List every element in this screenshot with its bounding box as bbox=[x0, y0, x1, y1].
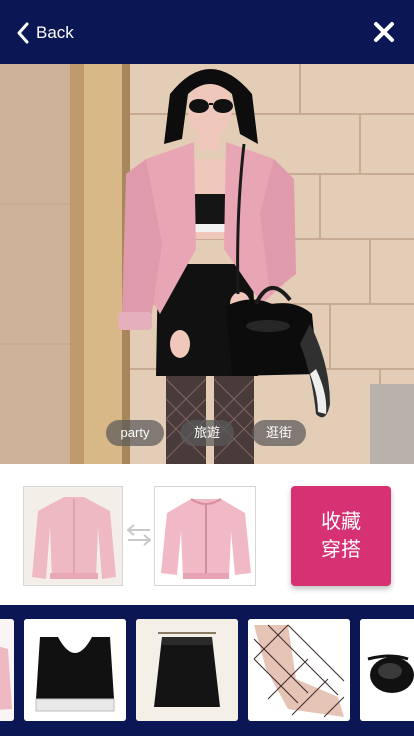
satin-jacket-image bbox=[161, 498, 251, 579]
item-compare-row: 收藏 穿搭 bbox=[0, 464, 414, 605]
jacket-thumb-image bbox=[0, 619, 14, 721]
outfit-photo[interactable] bbox=[0, 64, 414, 464]
app-header: Back bbox=[0, 0, 414, 64]
tag-chip-party[interactable]: party bbox=[106, 420, 164, 446]
skirt-thumb-image bbox=[136, 619, 238, 721]
fishnet-thumb-image bbox=[248, 619, 350, 721]
compare-arrows-icon bbox=[126, 524, 152, 546]
pink-jacket-image bbox=[32, 497, 116, 579]
save-outfit-button[interactable]: 收藏 穿搭 bbox=[291, 486, 391, 586]
outfit-photo-illustration bbox=[0, 64, 414, 464]
original-item-thumbnail[interactable] bbox=[23, 486, 123, 586]
sports-bra-thumb-image bbox=[24, 619, 126, 721]
save-outfit-label-line1: 收藏 bbox=[321, 511, 361, 533]
outfit-items-strip[interactable] bbox=[0, 605, 414, 736]
close-icon[interactable] bbox=[372, 20, 396, 44]
item-card-sports-bra[interactable] bbox=[24, 619, 126, 721]
item-card-sunglasses[interactable] bbox=[360, 619, 414, 721]
tag-chip-travel[interactable]: 旅遊 bbox=[180, 420, 234, 446]
item-card-fishnet-tights[interactable] bbox=[248, 619, 350, 721]
item-card-skirt[interactable] bbox=[136, 619, 238, 721]
back-button[interactable]: Back bbox=[16, 18, 74, 48]
tag-chip-shopping[interactable]: 逛街 bbox=[252, 420, 306, 446]
chevron-left-icon bbox=[17, 22, 29, 44]
matched-item-thumbnail[interactable] bbox=[154, 486, 256, 586]
back-label: Back bbox=[36, 23, 74, 42]
item-card-jacket[interactable] bbox=[0, 619, 14, 721]
save-outfit-label-line2: 穿搭 bbox=[321, 539, 361, 561]
sunglasses-thumb-image bbox=[360, 619, 414, 721]
